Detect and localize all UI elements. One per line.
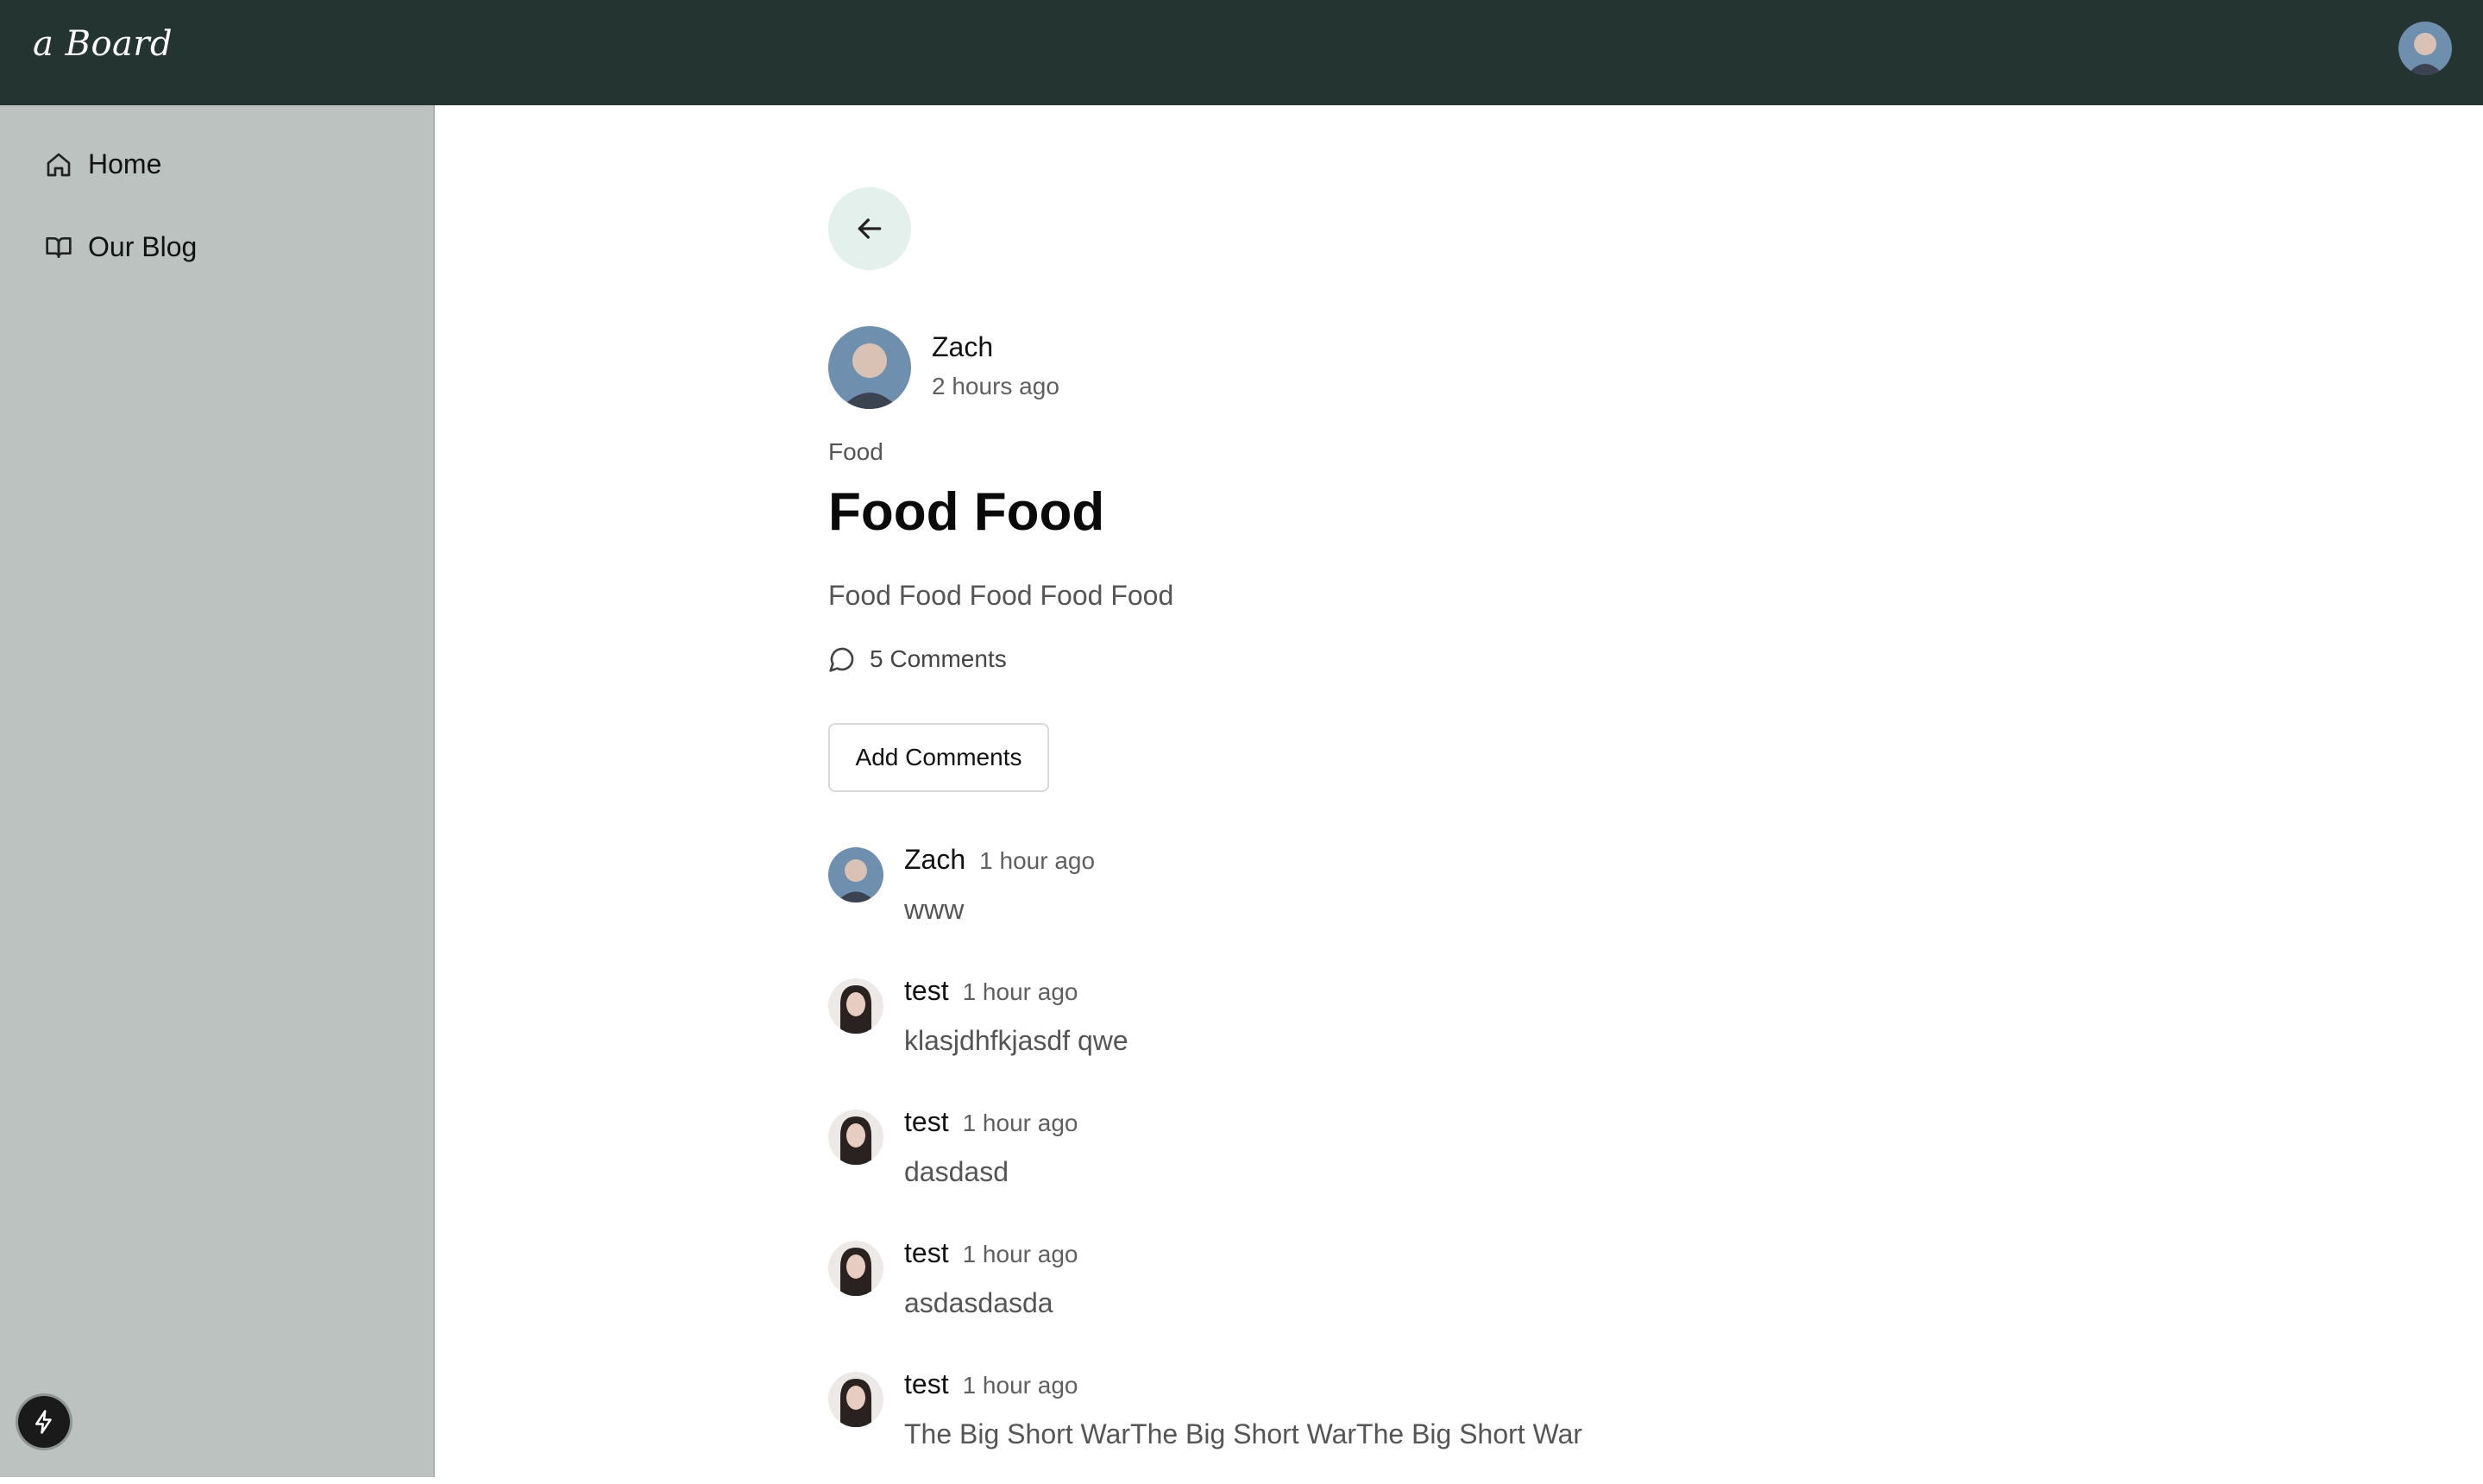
comment-text: www (904, 894, 965, 925)
comment-icon (829, 647, 854, 672)
brand-logo[interactable]: a Board (33, 24, 173, 64)
sidebar: Home Our Blog (0, 105, 435, 1477)
sidebar-item-our-blog[interactable]: Our Blog (45, 231, 197, 263)
comment-timestamp: 1 hour ago (962, 1241, 1078, 1267)
sidebar-item-label: Our Blog (88, 231, 198, 262)
sidebar-item-label: Home (88, 148, 162, 179)
comment-item: Zach 1 hour ago www (828, 844, 2036, 959)
home-icon (47, 153, 71, 176)
comment-item: test 1 hour ago klasjdhfkjasdf qwe (828, 975, 2036, 1091)
comment-author[interactable]: Zach (904, 844, 965, 876)
comment-avatar[interactable] (828, 978, 883, 1034)
post-body: Food Food Food Food Food (828, 580, 1174, 611)
comment-text: klasjdhfkjasdf qwe (904, 1025, 1128, 1056)
comment-avatar[interactable] (828, 1241, 883, 1296)
comments-count-label: 5 Comments (870, 645, 1007, 672)
comment-text: asdasdasda (904, 1287, 1053, 1318)
comment-avatar[interactable] (828, 1110, 883, 1165)
top-bar: a Board (0, 0, 2483, 105)
add-comments-button[interactable]: Add Comments (828, 723, 1049, 792)
comment-author[interactable]: test (904, 1368, 949, 1400)
comment-avatar[interactable] (828, 1372, 883, 1427)
comment-text: dasdasd (904, 1156, 1009, 1187)
bolt-icon[interactable] (18, 1396, 70, 1448)
sidebar-item-home[interactable]: Home (45, 148, 161, 180)
comment-timestamp: 1 hour ago (979, 847, 1096, 874)
comment-author[interactable]: test (904, 1106, 949, 1138)
comment-timestamp: 1 hour ago (962, 1110, 1078, 1136)
author-avatar[interactable] (828, 326, 911, 409)
post-category: Food (828, 438, 883, 465)
post-timestamp: 2 hours ago (932, 373, 1059, 399)
comment-item: test 1 hour ago The Big Short WarThe Big… (828, 1368, 2036, 1484)
comments-count: 5 Comments (828, 645, 1007, 673)
author-name[interactable]: Zach (932, 331, 993, 363)
post-title: Food Food (828, 482, 1105, 542)
back-button[interactable] (828, 187, 911, 270)
comment-author[interactable]: test (904, 975, 949, 1007)
comment-avatar[interactable] (828, 847, 883, 902)
comment-timestamp: 1 hour ago (962, 1372, 1078, 1399)
comment-text: The Big Short WarThe Big Short WarThe Bi… (904, 1418, 1583, 1449)
post-detail: Zach 2 hours ago Food Food Food Food Foo… (828, 105, 2381, 1477)
comment-item: test 1 hour ago dasdasd (828, 1106, 2036, 1222)
comment-timestamp: 1 hour ago (962, 978, 1078, 1005)
comment-item: test 1 hour ago asdasdasda (828, 1237, 2036, 1353)
book-icon (46, 236, 72, 258)
user-avatar-icon[interactable] (2398, 22, 2452, 75)
arrow-left-icon (858, 218, 882, 239)
comment-author[interactable]: test (904, 1237, 949, 1269)
